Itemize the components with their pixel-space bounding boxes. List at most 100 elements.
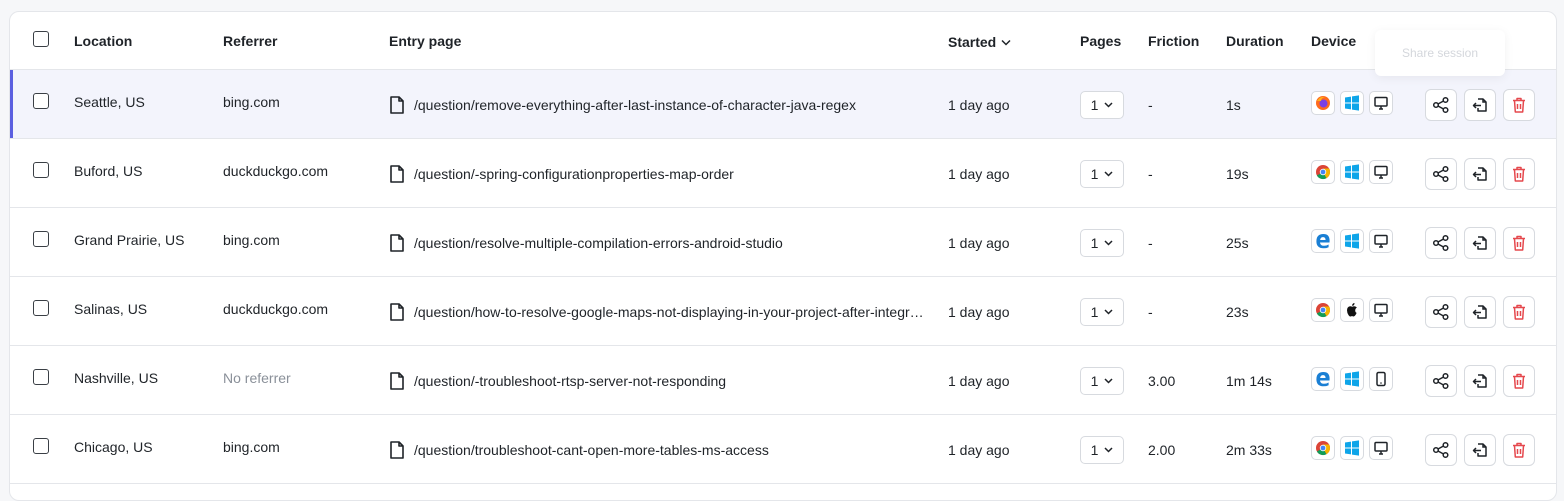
entry-page-path: /question/troubleshoot-cant-open-more-ta…	[414, 442, 769, 458]
edge-icon	[1311, 229, 1335, 253]
pages-value: 1	[1090, 235, 1099, 251]
mobile-icon	[1369, 367, 1393, 391]
export-icon	[1471, 303, 1489, 321]
share-session-button[interactable]	[1425, 434, 1457, 466]
share-session-button[interactable]	[1425, 296, 1457, 328]
location-cell: Buford, US	[74, 163, 143, 179]
entry-page-cell[interactable]: /question/-troubleshoot-rtsp-server-not-…	[389, 372, 929, 390]
entry-page-cell[interactable]: /question/resolve-multiple-compilation-e…	[389, 234, 929, 252]
chevron-down-icon	[1104, 447, 1113, 453]
share-session-button[interactable]	[1425, 89, 1457, 121]
referrer-cell: bing.com	[223, 232, 280, 248]
table-row[interactable]: Grand Prairie, US bing.com /question/res…	[10, 208, 1556, 277]
file-icon	[389, 96, 405, 114]
share-icon	[1432, 372, 1450, 390]
export-session-button[interactable]	[1464, 89, 1496, 121]
windows-icon	[1340, 229, 1364, 253]
select-all-checkbox[interactable]	[33, 31, 49, 47]
export-icon	[1471, 441, 1489, 459]
export-session-button[interactable]	[1464, 434, 1496, 466]
column-location[interactable]: Location	[74, 33, 132, 49]
pages-value: 1	[1090, 97, 1099, 113]
friction-cell: -	[1148, 166, 1153, 182]
trash-icon	[1511, 303, 1527, 321]
share-session-button[interactable]	[1425, 365, 1457, 397]
friction-cell: -	[1148, 304, 1153, 320]
entry-page-cell[interactable]: /question/how-to-resolve-google-maps-not…	[389, 303, 929, 321]
column-referrer[interactable]: Referrer	[223, 33, 277, 49]
column-device: Device	[1311, 33, 1357, 49]
column-entry-page[interactable]: Entry page	[389, 33, 461, 49]
export-session-button[interactable]	[1464, 365, 1496, 397]
delete-session-button[interactable]	[1503, 296, 1535, 328]
export-session-button[interactable]	[1464, 227, 1496, 259]
row-checkbox[interactable]	[33, 162, 49, 178]
share-session-button[interactable]	[1425, 158, 1457, 190]
started-cell: 1 day ago	[948, 235, 1010, 251]
chrome-icon	[1311, 298, 1335, 322]
row-checkbox[interactable]	[33, 93, 49, 109]
location-cell: Grand Prairie, US	[74, 232, 185, 248]
edge-icon	[1311, 367, 1335, 391]
pages-value: 1	[1090, 442, 1099, 458]
location-cell: Chicago, US	[74, 439, 153, 455]
windows-icon	[1340, 160, 1364, 184]
windows-icon	[1340, 436, 1364, 460]
trash-icon	[1511, 234, 1527, 252]
entry-page-cell[interactable]: /question/troubleshoot-cant-open-more-ta…	[389, 441, 929, 459]
pages-dropdown[interactable]: 1	[1080, 229, 1124, 257]
table-row[interactable]: Nashville, US No referrer /question/-tro…	[10, 346, 1556, 415]
pages-dropdown[interactable]: 1	[1080, 436, 1124, 464]
chevron-down-icon	[1104, 102, 1113, 108]
chevron-down-icon	[1104, 171, 1113, 177]
duration-cell: 19s	[1226, 166, 1249, 182]
trash-icon	[1511, 372, 1527, 390]
desktop-icon	[1369, 91, 1393, 115]
table-row[interactable]: Seattle, US bing.com /question/remove-ev…	[10, 70, 1556, 139]
windows-icon	[1340, 91, 1364, 115]
entry-page-cell[interactable]: /question/-spring-configurationpropertie…	[389, 165, 929, 183]
friction-cell: 2.00	[1148, 442, 1176, 458]
column-pages[interactable]: Pages	[1080, 33, 1121, 49]
location-cell: Seattle, US	[74, 94, 145, 110]
delete-session-button[interactable]	[1503, 89, 1535, 121]
delete-session-button[interactable]	[1503, 227, 1535, 259]
chevron-down-icon	[1104, 378, 1113, 384]
column-duration[interactable]: Duration	[1226, 33, 1284, 49]
row-checkbox[interactable]	[33, 300, 49, 316]
column-started[interactable]: Started	[948, 33, 1011, 50]
row-checkbox[interactable]	[33, 231, 49, 247]
started-cell: 1 day ago	[948, 166, 1010, 182]
chevron-down-icon	[1001, 33, 1011, 49]
referrer-cell: bing.com	[223, 439, 280, 455]
export-session-button[interactable]	[1464, 296, 1496, 328]
pages-dropdown[interactable]: 1	[1080, 367, 1124, 395]
entry-page-cell[interactable]: /question/remove-everything-after-last-i…	[389, 96, 929, 114]
share-icon	[1432, 441, 1450, 459]
share-icon	[1432, 234, 1450, 252]
column-friction[interactable]: Friction	[1148, 33, 1199, 49]
file-icon	[389, 234, 405, 252]
file-icon	[389, 303, 405, 321]
entry-page-path: /question/resolve-multiple-compilation-e…	[414, 235, 783, 251]
location-cell: Nashville, US	[74, 370, 159, 386]
pages-dropdown[interactable]: 1	[1080, 160, 1124, 188]
duration-cell: 25s	[1226, 235, 1249, 251]
export-session-button[interactable]	[1464, 158, 1496, 190]
row-checkbox[interactable]	[33, 438, 49, 454]
table-row[interactable]: Chicago, US bing.com /question/troublesh…	[10, 415, 1556, 484]
pages-dropdown[interactable]: 1	[1080, 298, 1124, 326]
started-cell: 1 day ago	[948, 373, 1010, 389]
share-session-button[interactable]	[1425, 227, 1457, 259]
table-row[interactable]: Buford, US duckduckgo.com /question/-spr…	[10, 139, 1556, 208]
table-row[interactable]: Salinas, US duckduckgo.com /question/how…	[10, 277, 1556, 346]
delete-session-button[interactable]	[1503, 365, 1535, 397]
delete-session-button[interactable]	[1503, 158, 1535, 190]
pages-dropdown[interactable]: 1	[1080, 91, 1124, 119]
windows-icon	[1340, 367, 1364, 391]
friction-cell: -	[1148, 235, 1153, 251]
pages-value: 1	[1090, 304, 1099, 320]
delete-session-button[interactable]	[1503, 434, 1535, 466]
row-checkbox[interactable]	[33, 369, 49, 385]
referrer-cell: No referrer	[223, 370, 291, 386]
